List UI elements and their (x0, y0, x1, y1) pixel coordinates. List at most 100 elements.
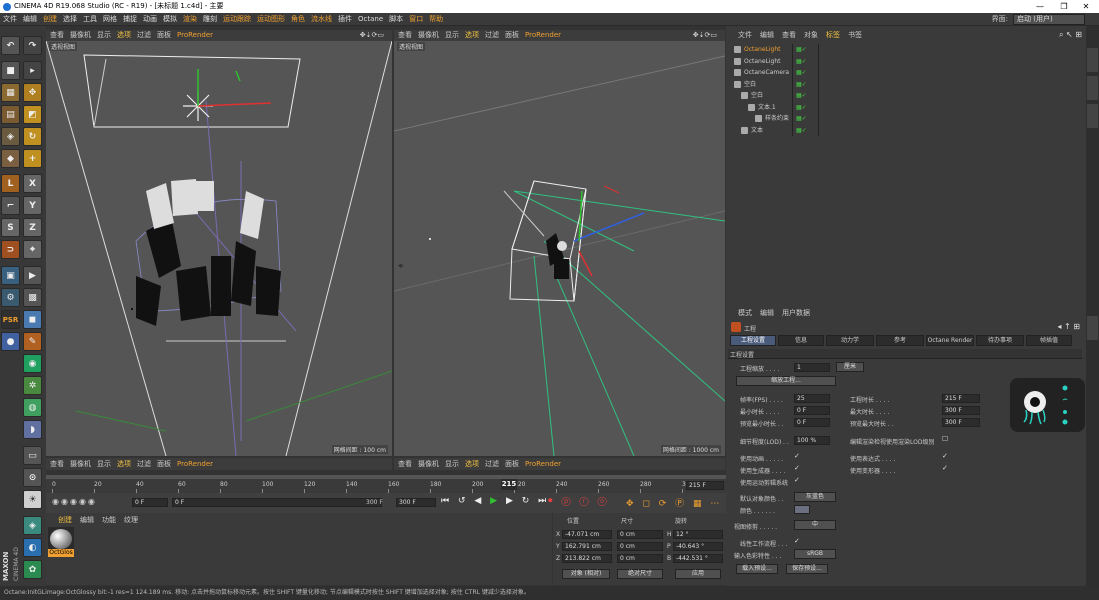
object-row[interactable]: 文本 ▦✓ (726, 125, 1086, 136)
preview-min-field[interactable]: 0 F (794, 418, 830, 427)
coord-h-rotation[interactable]: 12 ° (673, 530, 723, 539)
lod-field[interactable]: 100 % (794, 436, 830, 445)
color-swatch[interactable] (794, 505, 810, 514)
mograph-icon[interactable]: ✲ (23, 376, 42, 395)
cube-icon[interactable]: ◼ (23, 310, 42, 329)
environment-icon[interactable]: ◗ (23, 420, 42, 439)
load-preset-button[interactable]: 载入预设... (736, 564, 778, 574)
object-row[interactable]: 空白 ▦✓ (726, 79, 1086, 90)
vp-menu-filter[interactable]: 过滤 (137, 31, 151, 39)
vp4-menu-view[interactable]: 查看 (398, 460, 412, 468)
scale-icon[interactable]: ◩ (23, 105, 42, 124)
obj-menu-object[interactable]: 对象 (800, 30, 822, 41)
select-icon[interactable]: ▸ (23, 61, 42, 80)
linear-workflow-checkbox[interactable]: ✓ (794, 538, 801, 545)
vp4-menu-cameras[interactable]: 摄像机 (418, 460, 439, 468)
obj-menu-tags[interactable]: 标签 (822, 30, 844, 41)
side-tab-content[interactable] (1087, 76, 1098, 100)
menu-create[interactable]: 创建 (40, 13, 60, 26)
snap-icon[interactable]: ⌐ (1, 196, 20, 215)
menu-help[interactable]: 帮助 (426, 13, 446, 26)
magnet-icon[interactable]: ⊃ (1, 240, 20, 259)
scale-field[interactable]: 1 (794, 363, 830, 372)
visibility-toggle-icon[interactable]: ▦✓ (796, 79, 807, 90)
menu-edit[interactable]: 编辑 (20, 13, 40, 26)
minimize-button[interactable]: — (1029, 0, 1051, 13)
coord-mode-select[interactable]: 对象 (相对) (562, 569, 610, 579)
attr-menu-edit[interactable]: 编辑 (756, 308, 778, 318)
object-manager-search-icon[interactable]: ⌕ ↖ ⊞ (1059, 30, 1082, 40)
menu-plugins[interactable]: 插件 (335, 13, 355, 26)
visibility-toggle-icon[interactable]: ▦✓ (796, 67, 807, 78)
menu-script[interactable]: 脚本 (386, 13, 406, 26)
obj-menu-file[interactable]: 文件 (734, 30, 756, 41)
edges-mode-icon[interactable]: ◈ (1, 127, 20, 146)
vp-menu-panel[interactable]: 面板 (157, 31, 171, 39)
vp3-menu-prorender[interactable]: ProRender (177, 460, 213, 468)
vp2-menu-filter[interactable]: 过滤 (485, 31, 499, 39)
timeline-ruler[interactable]: 0204060801001201401601802002202402602803… (46, 479, 726, 493)
attr-menu-mode[interactable]: 模式 (734, 308, 756, 318)
maximize-button[interactable]: ❐ (1053, 0, 1075, 13)
move-icon[interactable]: ✥ (23, 83, 42, 102)
vp-menu-view[interactable]: 查看 (50, 31, 64, 39)
axis-mode-icon[interactable]: L (1, 174, 20, 193)
color-profile-select[interactable]: sRGB (794, 549, 836, 559)
max-field[interactable]: 300 F (942, 406, 980, 415)
side-tab-structure[interactable] (1087, 104, 1098, 128)
vp3-menu-view[interactable]: 查看 (50, 460, 64, 468)
tab-frame-interpolation[interactable]: 帧插值 (1026, 335, 1072, 346)
vp-menu-display[interactable]: 显示 (97, 31, 111, 39)
mat-menu-create[interactable]: 创建 (54, 515, 76, 525)
default-color-select[interactable]: 灰蓝色 (794, 492, 836, 502)
coord-apply-button[interactable]: 应用 (675, 569, 721, 579)
octane-live-icon[interactable]: ◈ (23, 516, 42, 535)
record-key-buttons[interactable]: ⏺ ⓟ ⓡ ⓞ (548, 496, 618, 510)
use-expression-checkbox[interactable]: ✓ (942, 453, 949, 460)
menu-character[interactable]: 角色 (288, 13, 308, 26)
vp4-menu-panel[interactable]: 面板 (505, 460, 519, 468)
tab-octane-render[interactable]: Octane Render (926, 335, 974, 346)
menu-window[interactable]: 窗口 (406, 13, 426, 26)
keyframe-mode-buttons[interactable]: ✥ ◻ ⟳ Ⓟ ▦ ⋯ (626, 496, 726, 510)
object-row[interactable]: 空白 ▦✓ (726, 90, 1086, 101)
viewport2-nav-icon[interactable]: ✥⇣⟳▭ (693, 30, 717, 41)
tab-info[interactable]: 信息 (778, 335, 824, 346)
redo-icon[interactable]: ↷ (23, 36, 42, 55)
pen-icon[interactable]: ✎ (23, 332, 42, 351)
timeline-end-field[interactable]: 215 F (686, 481, 724, 490)
menu-sculpt[interactable]: 雕刻 (200, 13, 220, 26)
coordinate-system-icon[interactable]: ⌖ (23, 240, 42, 259)
vp4-menu-filter[interactable]: 过滤 (485, 460, 499, 468)
object-row[interactable]: OctaneLight ▦✓ (726, 44, 1086, 55)
render-settings-icon[interactable]: ⚙ (1, 288, 20, 307)
menu-motion-tracking[interactable]: 运动跟踪 (220, 13, 254, 26)
preview-max-field[interactable]: 300 F (942, 418, 980, 427)
render-view-icon[interactable]: ▣ (1, 266, 20, 285)
scale-unit-select[interactable]: 厘米 (836, 362, 864, 372)
viewport-nav-icon[interactable]: ✥⇣⟳▭ (360, 30, 384, 41)
material-slot[interactable]: OctGlos (48, 527, 74, 557)
undo-icon[interactable]: ↶ (1, 36, 20, 55)
tab-project-settings[interactable]: 工程设置 (730, 335, 776, 346)
layout-select[interactable]: 启动 (用户) (1013, 14, 1085, 25)
save-preset-button[interactable]: 保存预设... (786, 564, 828, 574)
octane-settings-icon[interactable]: ✿ (23, 560, 42, 579)
y-axis-lock-icon[interactable]: Y (23, 196, 42, 215)
texture-mode-icon[interactable]: ▦ (1, 83, 20, 102)
octane-material-icon[interactable]: ◐ (23, 538, 42, 557)
menu-simulate[interactable]: 模拟 (160, 13, 180, 26)
vp-menu-options[interactable]: 选项 (117, 31, 131, 39)
object-row[interactable]: OctaneLight ▦✓ (726, 56, 1086, 67)
vp2-menu-panel[interactable]: 面板 (505, 31, 519, 39)
vp3-menu-display[interactable]: 显示 (97, 460, 111, 468)
x-axis-lock-icon[interactable]: X (23, 174, 42, 193)
mat-menu-function[interactable]: 功能 (98, 515, 120, 525)
vp3-menu-panel[interactable]: 面板 (157, 460, 171, 468)
menu-mesh[interactable]: 网格 (100, 13, 120, 26)
coord-b-rotation[interactable]: -442.531 ° (673, 554, 723, 563)
close-button[interactable]: ✕ (1075, 0, 1097, 13)
camera-icon[interactable]: ⊙ (23, 468, 42, 487)
visibility-toggle-icon[interactable]: ▦✓ (796, 113, 807, 124)
right-side-tabs[interactable] (1086, 26, 1099, 586)
